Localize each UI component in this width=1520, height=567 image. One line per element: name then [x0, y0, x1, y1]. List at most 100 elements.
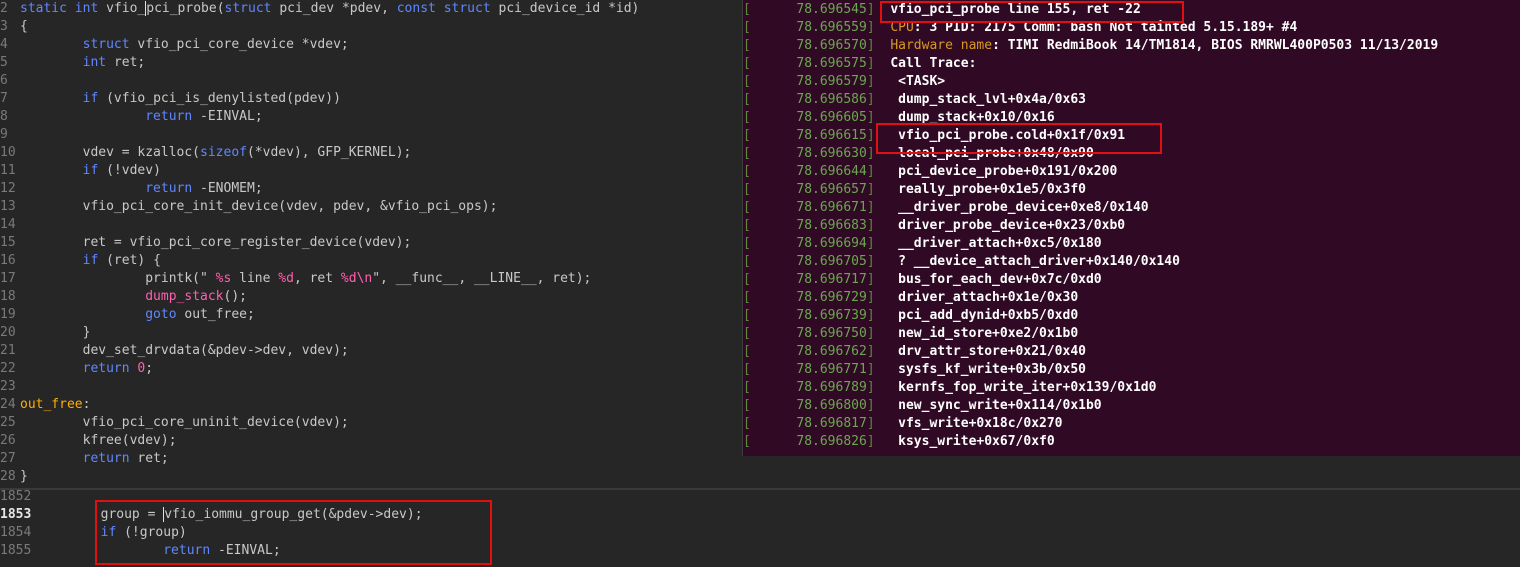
timestamp-bracket-open: [ — [743, 344, 751, 359]
code-line[interactable]: 16 if (ret) { — [0, 252, 161, 270]
code-line[interactable]: 25 vfio_pci_core_uninit_device(vdev); — [0, 414, 349, 432]
code-line[interactable]: 7 if (vfio_pci_is_denylisted(pdev)) — [0, 90, 341, 108]
terminal-line[interactable]: [78.696771] sysfs_kf_write+0x3b/0x50 — [743, 361, 1086, 379]
terminal-line[interactable]: [78.696586] dump_stack_lvl+0x4a/0x63 — [743, 91, 1086, 109]
terminal-line[interactable]: [78.696826] ksys_write+0x67/0xf0 — [743, 433, 1055, 451]
terminal-line[interactable]: [78.696694] __driver_attach+0xc5/0x180 — [743, 235, 1102, 253]
code-line[interactable]: 23 — [0, 378, 20, 396]
code-line[interactable]: 1853 group = vfio_iommu_group_get(&pdev-… — [0, 506, 423, 524]
code-line[interactable]: 27 return ret; — [0, 450, 169, 468]
code-editor-bottom-pane[interactable]: 1852 1853 group = vfio_iommu_group_get(&p… — [0, 490, 1520, 567]
code-editor-pane[interactable]: 2 static int vfio_pci_probe(struct pci_de… — [0, 0, 742, 488]
terminal-line[interactable]: [78.696570] Hardware name: TIMI RedmiBoo… — [743, 37, 1438, 55]
kernel-timestamp: 78.696762 — [796, 344, 867, 359]
code-line[interactable]: 3{ — [0, 18, 28, 36]
kernel-timestamp: 78.696586 — [796, 92, 867, 107]
timestamp-bracket-open: [ — [743, 92, 751, 107]
code-token: struct — [443, 1, 499, 16]
log-message: really_probe+0x1e5/0x3f0 — [890, 182, 1086, 197]
code-line[interactable]: 18 dump_stack(); — [0, 288, 247, 306]
code-line[interactable]: 5 int ret; — [0, 54, 145, 72]
code-line[interactable]: 24 out_free: — [0, 396, 90, 414]
code-line[interactable]: 28} — [0, 468, 28, 486]
code-token: if — [82, 253, 107, 268]
terminal-line[interactable]: [78.696762] drv_attr_store+0x21/0x40 — [743, 343, 1086, 361]
code-line[interactable]: 2 static int vfio_pci_probe(struct pci_de… — [0, 0, 639, 18]
code-line[interactable]: 11 if (!vdev) — [0, 162, 161, 180]
timestamp-bracket-open: [ — [743, 326, 751, 341]
code-line[interactable]: 22 return 0; — [0, 360, 153, 378]
timestamp-bracket-close: ] — [866, 38, 891, 53]
line-number: 5 — [0, 55, 8, 70]
timestamp-bracket-close: ] — [866, 380, 891, 395]
code-line[interactable]: 10 vdev = kzalloc(sizeof(*vdev), GFP_KER… — [0, 144, 411, 162]
terminal-line[interactable]: [78.696644] pci_device_probe+0x191/0x200 — [743, 163, 1117, 181]
code-line[interactable]: 12 return -ENOMEM; — [0, 180, 263, 198]
terminal-pane[interactable]: [78.696545] vfio_pci_probe line 155, ret… — [742, 0, 1520, 457]
terminal-line[interactable]: [78.696729] driver_attach+0x1e/0x30 — [743, 289, 1078, 307]
timestamp-bracket-close: ] — [866, 236, 891, 251]
terminal-line[interactable]: [78.696705] ? __device_attach_driver+0x1… — [743, 253, 1180, 271]
kernel-timestamp: 78.696570 — [796, 38, 867, 53]
terminal-line[interactable]: [78.696630] local_pci_probe+0x48/0x90 — [743, 145, 1094, 163]
terminal-line[interactable]: [78.696817] vfs_write+0x18c/0x270 — [743, 415, 1063, 433]
terminal-line[interactable]: [78.696789] kernfs_fop_write_iter+0x139/… — [743, 379, 1156, 397]
code-token: if — [82, 163, 107, 178]
terminal-line[interactable]: [78.696579] <TASK> — [743, 73, 945, 91]
line-number: 4 — [0, 37, 8, 52]
terminal-line[interactable]: [78.696683] driver_probe_device+0x23/0xb… — [743, 217, 1125, 235]
terminal-line[interactable]: [78.696575] Call Trace: — [743, 55, 976, 73]
timestamp-bracket-open: [ — [743, 38, 751, 53]
terminal-line[interactable]: [78.696605] dump_stack+0x10/0x16 — [743, 109, 1055, 127]
code-token: return — [145, 181, 201, 196]
timestamp-bracket-close: ] — [866, 290, 891, 305]
terminal-line[interactable]: [78.696750] new_id_store+0xe2/0x1b0 — [743, 325, 1078, 343]
timestamp-bracket-close: ] — [866, 308, 891, 323]
terminal-line[interactable]: [78.696615] vfio_pci_probe.cold+0x1f/0x9… — [743, 127, 1125, 145]
code-token: return — [82, 451, 138, 466]
code-line[interactable]: 21 dev_set_drvdata(&pdev->dev, vdev); — [0, 342, 349, 360]
log-field-label: Hardware name — [890, 38, 993, 53]
code-line[interactable]: 4 struct vfio_pci_core_device *vdev; — [0, 36, 349, 54]
terminal-line[interactable]: [78.696717] bus_for_each_dev+0x7c/0xd0 — [743, 271, 1102, 289]
code-line[interactable]: 6 — [0, 72, 20, 90]
code-line[interactable]: 9 — [0, 126, 20, 144]
code-line[interactable]: 26 kfree(vdev); — [0, 432, 177, 450]
code-token: { — [20, 19, 28, 34]
timestamp-bracket-close: ] — [866, 164, 891, 179]
code-line[interactable]: 19 goto out_free; — [0, 306, 255, 324]
code-line[interactable]: 8 return -EINVAL; — [0, 108, 263, 126]
code-line[interactable]: 20 } — [0, 324, 90, 342]
code-line[interactable]: 1854 if (!group) — [0, 524, 187, 542]
code-line[interactable]: 14 — [0, 216, 20, 234]
code-token: int — [74, 1, 107, 16]
kernel-timestamp: 78.696559 — [796, 20, 867, 35]
timestamp-bracket-open: [ — [743, 308, 751, 323]
kernel-timestamp: 78.696817 — [796, 416, 867, 431]
code-token: -EINVAL; — [200, 109, 263, 124]
code-line[interactable]: 13 vfio_pci_core_init_device(vdev, pdev,… — [0, 198, 497, 216]
code-token: } — [20, 325, 91, 340]
code-token: vfio_pci_core_uninit_device(vdev); — [20, 415, 349, 430]
terminal-line[interactable]: [78.696657] really_probe+0x1e5/0x3f0 — [743, 181, 1086, 199]
code-token: pci_probe( — [146, 1, 225, 16]
code-line[interactable]: 17 printk(" %s line %d, ret %d\n", __fun… — [0, 270, 591, 288]
timestamp-bracket-open: [ — [743, 236, 751, 251]
line-number: 1853 — [0, 507, 32, 522]
code-line[interactable]: 15 ret = vfio_pci_core_register_device(v… — [0, 234, 411, 252]
terminal-line[interactable]: [78.696559] CPU: 3 PID: 2175 Comm: bash … — [743, 19, 1297, 37]
terminal-line[interactable]: [78.696739] pci_add_dynid+0xb5/0xd0 — [743, 307, 1078, 325]
terminal-line[interactable]: [78.696671] __driver_probe_device+0xe8/0… — [743, 199, 1149, 217]
line-number: 12 — [0, 181, 16, 196]
timestamp-bracket-open: [ — [743, 164, 751, 179]
terminal-line[interactable]: [78.696800] new_sync_write+0x114/0x1b0 — [743, 397, 1102, 415]
code-line[interactable]: 1855 return -EINVAL; — [0, 542, 281, 560]
terminal-line[interactable]: [78.696545] vfio_pci_probe line 155, ret… — [743, 1, 1141, 19]
kernel-timestamp: 78.696826 — [796, 434, 867, 449]
code-line[interactable]: 1852 — [0, 490, 38, 506]
timestamp-bracket-close: ] — [866, 218, 891, 233]
code-token: if — [100, 525, 125, 540]
